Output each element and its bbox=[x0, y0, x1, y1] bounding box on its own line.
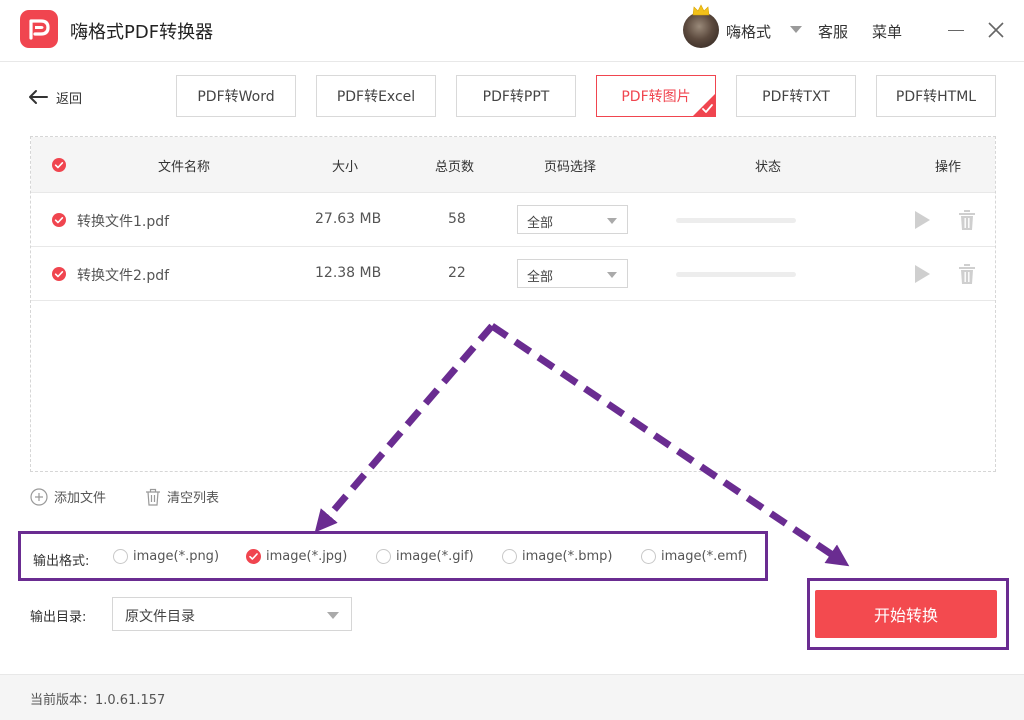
radio-button[interactable] bbox=[502, 549, 517, 564]
tab-label: PDF转HTML bbox=[895, 89, 977, 105]
format-option-label: image(*.gif) bbox=[396, 549, 474, 564]
page-range-select[interactable]: 全部 bbox=[517, 205, 628, 234]
clear-list-label: 清空列表 bbox=[167, 491, 220, 506]
back-label: 返回 bbox=[56, 91, 83, 107]
trash-icon[interactable] bbox=[958, 209, 976, 231]
format-option-label: image(*.png) bbox=[133, 549, 220, 564]
radio-button[interactable] bbox=[246, 549, 261, 564]
tab-pdf-to-word[interactable]: PDF转Word bbox=[176, 75, 296, 117]
tab-pdf-to-excel[interactable]: PDF转Excel bbox=[316, 75, 436, 117]
tab-pdf-to-html[interactable]: PDF转HTML bbox=[876, 75, 996, 117]
output-dir-label: 输出目录: bbox=[30, 610, 87, 625]
format-option-label: image(*.emf) bbox=[661, 549, 748, 564]
version-text: 当前版本：1.0.61.157 bbox=[30, 693, 166, 708]
format-option-label: image(*.jpg) bbox=[266, 549, 348, 564]
user-dropdown-icon[interactable] bbox=[790, 26, 802, 33]
tab-label: PDF转PPT bbox=[482, 89, 550, 105]
table-row: 转换文件1.pdf 27.63 MB 58 全部 bbox=[31, 193, 995, 247]
username[interactable]: 嗨格式 bbox=[726, 21, 771, 42]
header-file-name: 文件名称 bbox=[158, 160, 211, 175]
close-icon[interactable] bbox=[986, 20, 1006, 40]
plus-circle-icon bbox=[30, 487, 48, 506]
output-format-label: 输出格式: bbox=[33, 554, 90, 569]
page-range-value: 全部 bbox=[527, 216, 554, 231]
header-page-select: 页码选择 bbox=[544, 160, 597, 175]
radio-button[interactable] bbox=[113, 549, 128, 564]
add-file-label: 添加文件 bbox=[54, 491, 107, 506]
selected-check-icon bbox=[693, 94, 715, 116]
status-bar: 当前版本：1.0.61.157 bbox=[0, 674, 1024, 720]
page-range-select[interactable]: 全部 bbox=[517, 259, 628, 288]
start-convert-button[interactable]: 开始转换 bbox=[815, 590, 997, 638]
arrow-left-icon bbox=[29, 90, 48, 104]
app-logo bbox=[20, 10, 58, 48]
select-all-checkbox[interactable] bbox=[52, 158, 66, 172]
header-actions: 操作 bbox=[935, 160, 962, 175]
output-dir-value: 原文件目录 bbox=[125, 609, 195, 625]
format-option-emf[interactable]: image(*.emf) bbox=[641, 549, 748, 564]
page-count: 58 bbox=[448, 211, 466, 227]
header-pages: 总页数 bbox=[435, 160, 475, 175]
radio-button[interactable] bbox=[376, 549, 391, 564]
tab-pdf-to-txt[interactable]: PDF转TXT bbox=[736, 75, 856, 117]
tab-label: PDF转Excel bbox=[336, 89, 416, 105]
tab-pdf-to-ppt[interactable]: PDF转PPT bbox=[456, 75, 576, 117]
file-size: 27.63 MB bbox=[315, 211, 382, 227]
header-size: 大小 bbox=[332, 160, 359, 175]
format-option-label: image(*.bmp) bbox=[522, 549, 613, 564]
avatar[interactable] bbox=[683, 12, 719, 48]
file-list: 文件名称 大小 总页数 页码选择 状态 操作 转换文件1.pdf 27.63 M… bbox=[30, 136, 996, 472]
crown-icon bbox=[692, 4, 710, 16]
format-option-jpg[interactable]: image(*.jpg) bbox=[246, 549, 347, 564]
format-option-png[interactable]: image(*.png) bbox=[113, 549, 219, 564]
chevron-down-icon bbox=[607, 218, 617, 224]
tab-label: PDF转Word bbox=[197, 89, 275, 105]
file-name: 转换文件1.pdf bbox=[77, 214, 170, 230]
pdf-logo-icon bbox=[29, 19, 50, 40]
tab-pdf-to-image[interactable]: PDF转图片 bbox=[596, 75, 716, 117]
table-header: 文件名称 大小 总页数 页码选择 状态 操作 bbox=[31, 137, 995, 193]
play-icon[interactable] bbox=[913, 264, 931, 284]
play-icon[interactable] bbox=[913, 210, 931, 230]
page-count: 22 bbox=[448, 265, 466, 281]
table-row: 转换文件2.pdf 12.38 MB 22 全部 bbox=[31, 247, 995, 301]
clear-list-button[interactable]: 清空列表 bbox=[145, 487, 219, 506]
service-button[interactable]: 客服 bbox=[818, 21, 848, 42]
format-option-gif[interactable]: image(*.gif) bbox=[376, 549, 474, 564]
row-checkbox[interactable] bbox=[52, 213, 66, 227]
app-title: 嗨格式PDF转换器 bbox=[70, 22, 214, 43]
check-icon bbox=[249, 553, 258, 560]
header-status: 状态 bbox=[755, 160, 782, 175]
row-checkbox[interactable] bbox=[52, 267, 66, 281]
menu-button[interactable]: 菜单 bbox=[872, 21, 902, 42]
title-bar: 嗨格式PDF转换器 嗨格式 客服 菜单 bbox=[0, 0, 1024, 62]
minimize-icon[interactable] bbox=[948, 30, 964, 31]
add-file-button[interactable]: 添加文件 bbox=[30, 487, 106, 506]
radio-button[interactable] bbox=[641, 549, 656, 564]
chevron-down-icon bbox=[607, 272, 617, 278]
file-size: 12.38 MB bbox=[315, 265, 382, 281]
trash-icon bbox=[146, 488, 160, 506]
output-format-group: 输出格式: image(*.png) image(*.jpg) image(*.… bbox=[18, 531, 768, 581]
chevron-down-icon bbox=[327, 612, 339, 619]
progress-bar bbox=[676, 272, 796, 277]
progress-bar bbox=[676, 218, 796, 223]
tab-label: PDF转TXT bbox=[762, 89, 830, 105]
page-range-value: 全部 bbox=[527, 270, 554, 285]
output-dir-select[interactable]: 原文件目录 bbox=[112, 597, 352, 631]
format-option-bmp[interactable]: image(*.bmp) bbox=[502, 549, 612, 564]
file-name: 转换文件2.pdf bbox=[77, 268, 170, 284]
back-button[interactable]: 返回 bbox=[28, 85, 82, 109]
trash-icon[interactable] bbox=[958, 263, 976, 285]
tab-label: PDF转图片 bbox=[621, 89, 691, 105]
